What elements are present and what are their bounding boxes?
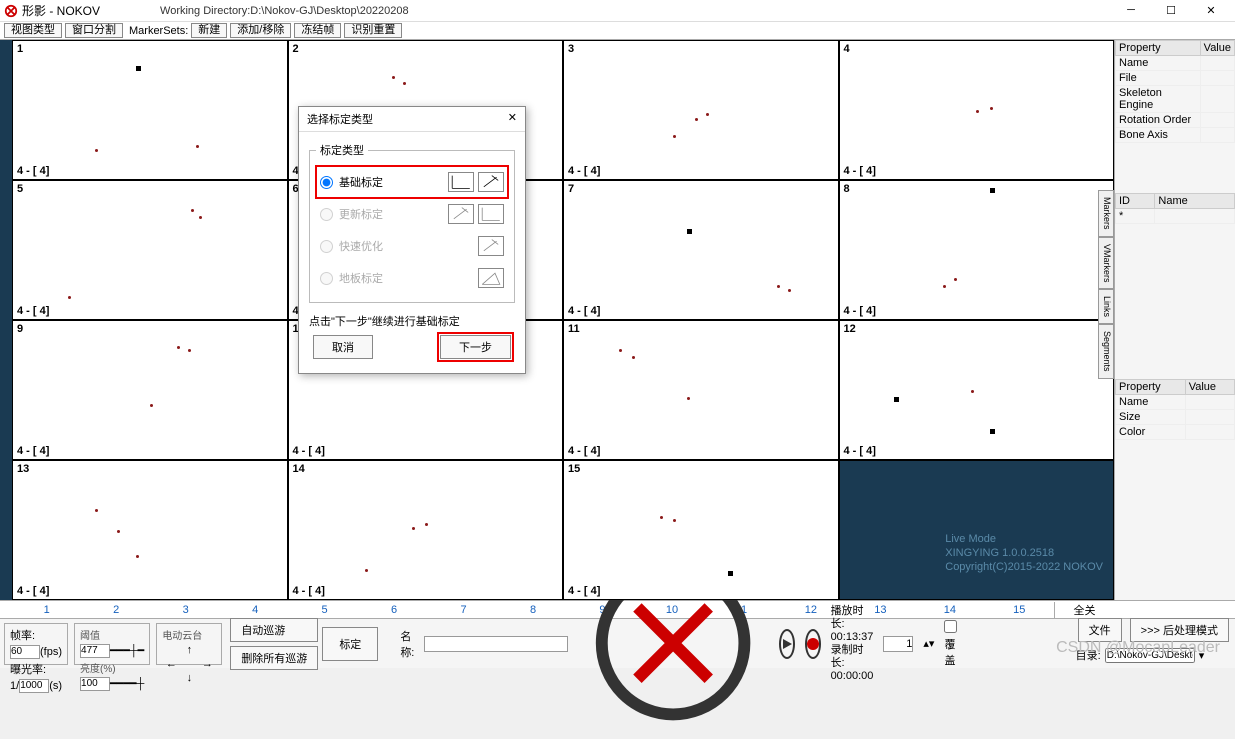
name-label: 名称: (400, 628, 414, 660)
option-basic-calibration[interactable]: 基础标定 (316, 166, 508, 198)
left-strip (0, 40, 12, 600)
exposure-input[interactable] (19, 679, 49, 693)
view-type-button[interactable]: 视图类型 (4, 23, 62, 38)
tab-vmarkers[interactable]: VMarkers (1098, 237, 1114, 290)
minimize-button[interactable]: ─ (1111, 4, 1151, 17)
camera-grid: ⚙ 14 - [ 4] 24 - [ 4] 34 - [ 4] 44 - [ 4… (12, 40, 1114, 600)
delete-patrol-button[interactable]: 删除所有巡游 (230, 646, 318, 670)
next-button[interactable]: 下一步 (440, 335, 511, 359)
dialog-hint: 点击"下一步"继续进行基础标定 (309, 313, 515, 329)
dialog-close-icon[interactable]: ✕ (508, 111, 517, 127)
ruler-tick[interactable]: 4 (220, 604, 289, 616)
threshold-group: 阈值 ━━━┼━ 亮度(%) ━━━━┼ (74, 623, 150, 665)
ruler-tick[interactable]: 2 (81, 604, 150, 616)
tab-segments[interactable]: Segments (1098, 324, 1114, 379)
t-wand3-icon (478, 236, 504, 256)
calibration-group-label: 标定类型 (316, 142, 368, 158)
floor-icon (478, 268, 504, 288)
t-wand2-icon (448, 204, 474, 224)
ruler-tick[interactable]: 1 (12, 604, 81, 616)
ptz-left-icon[interactable]: ← (162, 658, 180, 672)
auto-patrol-button[interactable]: 自动巡游 (230, 618, 318, 642)
camera-cell-5[interactable]: 54 - [ 4] (12, 180, 288, 320)
dialog-title: 选择标定类型 (307, 111, 373, 127)
calibrate-button[interactable]: 标定 (322, 627, 378, 661)
frame-input[interactable] (883, 636, 913, 652)
reset-button[interactable]: 识别重置 (344, 23, 402, 38)
cancel-button[interactable]: 取消 (313, 335, 373, 359)
watermark: CSDN @MocapLeader (1056, 639, 1220, 657)
camera-cell-9[interactable]: 94 - [ 4] (12, 320, 288, 460)
ptz-right-icon[interactable]: → (198, 658, 216, 672)
radio-update (320, 208, 333, 221)
ruler-tick[interactable]: 15 (985, 604, 1054, 616)
ptz-group: 电动云台 ↑ ←→ ↓ (156, 623, 222, 665)
add-move-button[interactable]: 添加/移除 (230, 23, 291, 38)
calibration-dialog: 选择标定类型 ✕ 标定类型 基础标定 更新标定 快速优化 (298, 106, 526, 374)
camera-cell-13[interactable]: 134 - [ 4] (12, 460, 288, 600)
working-directory: Working Directory:D:\Nokov-GJ\Desktop\20… (160, 5, 409, 17)
ruler-tick[interactable]: 5 (290, 604, 359, 616)
name-input[interactable] (424, 636, 568, 652)
tab-links[interactable]: Links (1098, 289, 1114, 324)
close-button[interactable]: ✕ (1191, 4, 1231, 17)
livemode-overlay: Live Mode XINGYING 1.0.0.2518 Copyright(… (945, 532, 1103, 574)
camera-cell-12[interactable]: 124 - [ 4] (839, 320, 1115, 460)
framerate-group: 帧率: (fps) 曝光率: 1/(s) (4, 623, 68, 665)
property-table-bottom: PropertyValue Name Size Color (1115, 379, 1235, 440)
play-button[interactable] (779, 629, 795, 659)
option-fast-optimize[interactable]: 快速优化 (316, 230, 508, 262)
t-wand-icon (478, 172, 504, 192)
l-wand2-icon (478, 204, 504, 224)
camera-cell-11[interactable]: 114 - [ 4] (563, 320, 839, 460)
brightness-input[interactable] (80, 677, 110, 691)
camera-cell-1[interactable]: 14 - [ 4] (12, 40, 288, 180)
maximize-button[interactable]: ☐ (1151, 4, 1191, 17)
camera-cell-16[interactable]: Live Mode XINGYING 1.0.0.2518 Copyright(… (839, 460, 1115, 600)
camera-cell-8[interactable]: 84 - [ 4] (839, 180, 1115, 320)
camera-cell-4[interactable]: 44 - [ 4] (839, 40, 1115, 180)
threshold-input[interactable] (80, 644, 110, 658)
ptz-up-icon[interactable]: ↑ (180, 644, 198, 658)
camera-cell-7[interactable]: 74 - [ 4] (563, 180, 839, 320)
property-table-top: PropertyValue Name File Skeleton Engine … (1115, 40, 1235, 143)
right-panel: PropertyValue Name File Skeleton Engine … (1114, 40, 1235, 600)
option-update-calibration[interactable]: 更新标定 (316, 198, 508, 230)
markers-table: IDName * (1115, 193, 1235, 224)
app-icon (4, 4, 18, 18)
framerate-input[interactable] (10, 645, 40, 659)
record-button[interactable] (805, 629, 821, 659)
new-button[interactable]: 新建 (191, 23, 227, 38)
tab-markers[interactable]: Markers (1098, 190, 1114, 237)
markersets-label: MarkerSets: (129, 25, 188, 37)
play-duration: 00:13:37 (831, 631, 874, 643)
toolbar: 视图类型 窗口分割 MarkerSets: 新建 添加/移除 冻结帧 识别重置 (0, 22, 1235, 40)
radio-basic[interactable] (320, 176, 333, 189)
ptz-down-icon[interactable]: ↓ (180, 672, 198, 686)
camera-cell-15[interactable]: 154 - [ 4] (563, 460, 839, 600)
frame-stepper-icon[interactable]: ▴▾ (923, 637, 934, 650)
freeze-button[interactable]: 冻结帧 (294, 23, 341, 38)
radio-floor (320, 272, 333, 285)
record-duration: 00:00:00 (831, 670, 874, 682)
bottom-panel: 帧率: (fps) 曝光率: 1/(s) 阈值 ━━━┼━ 亮度(%) ━━━━… (0, 618, 1235, 668)
option-floor-calibration[interactable]: 地板标定 (316, 262, 508, 294)
ruler-tick[interactable]: 3 (151, 604, 220, 616)
camera-cell-14[interactable]: 144 - [ 4] (288, 460, 564, 600)
side-tabs: Markers VMarkers Links Segments (1098, 190, 1114, 379)
l-wand-icon (448, 172, 474, 192)
titlebar: 形影 - NOKOV Working Directory:D:\Nokov-GJ… (0, 0, 1235, 22)
radio-fast (320, 240, 333, 253)
camera-cell-3[interactable]: 34 - [ 4] (563, 40, 839, 180)
window-split-button[interactable]: 窗口分割 (65, 23, 123, 38)
overlay-checkbox[interactable]: 覆盖 (944, 620, 957, 668)
app-title: 形影 - NOKOV (22, 2, 100, 19)
